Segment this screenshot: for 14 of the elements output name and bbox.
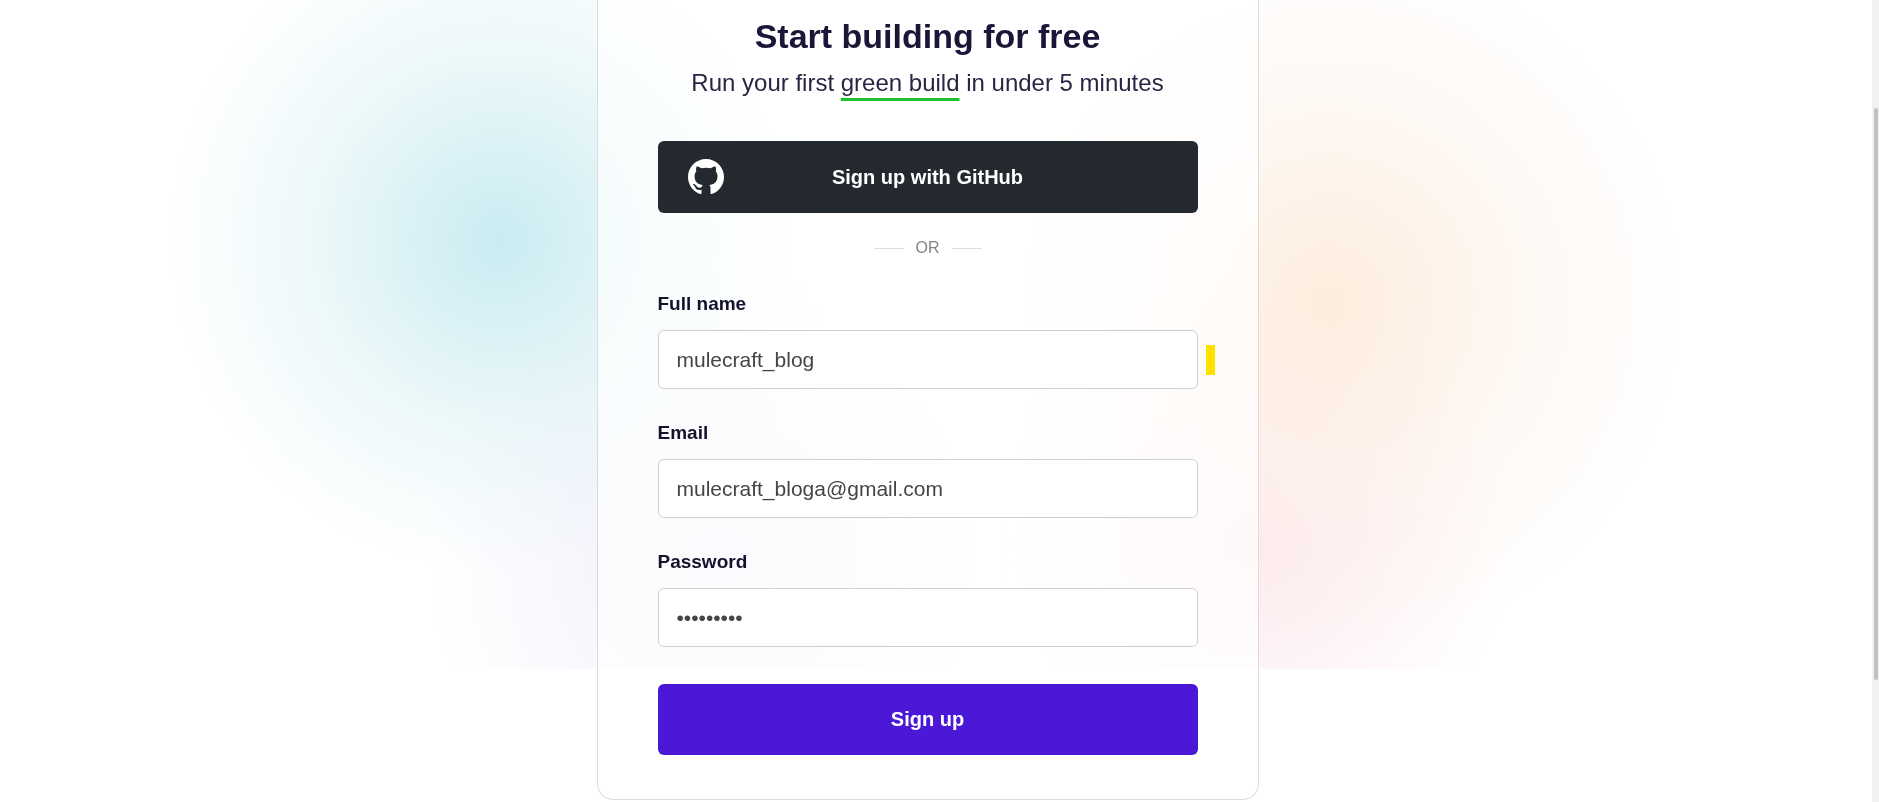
scrollbar-thumb[interactable] bbox=[1874, 108, 1878, 680]
input-field[interactable]: mulecraft_blog bbox=[657, 330, 1198, 389]
input-field[interactable]: ••••••••• bbox=[657, 588, 1198, 647]
field-label: Password bbox=[657, 550, 749, 574]
subtitle: Run your first green build in under 5 minutes bbox=[690, 68, 1165, 98]
field-label: Full name bbox=[657, 292, 748, 316]
github-signup-button[interactable]: Sign up with GitHub bbox=[657, 141, 1198, 213]
input-field[interactable]: mulecraft_bloga@gmail.com bbox=[657, 459, 1198, 518]
divider-label: OR bbox=[915, 238, 940, 258]
page-title: Start building for free bbox=[753, 16, 1102, 56]
github-logo-icon bbox=[687, 159, 724, 195]
field-label: Email bbox=[657, 421, 710, 445]
scrollbar-track[interactable] bbox=[1872, 0, 1879, 802]
signup-button[interactable]: Sign up bbox=[657, 684, 1198, 755]
